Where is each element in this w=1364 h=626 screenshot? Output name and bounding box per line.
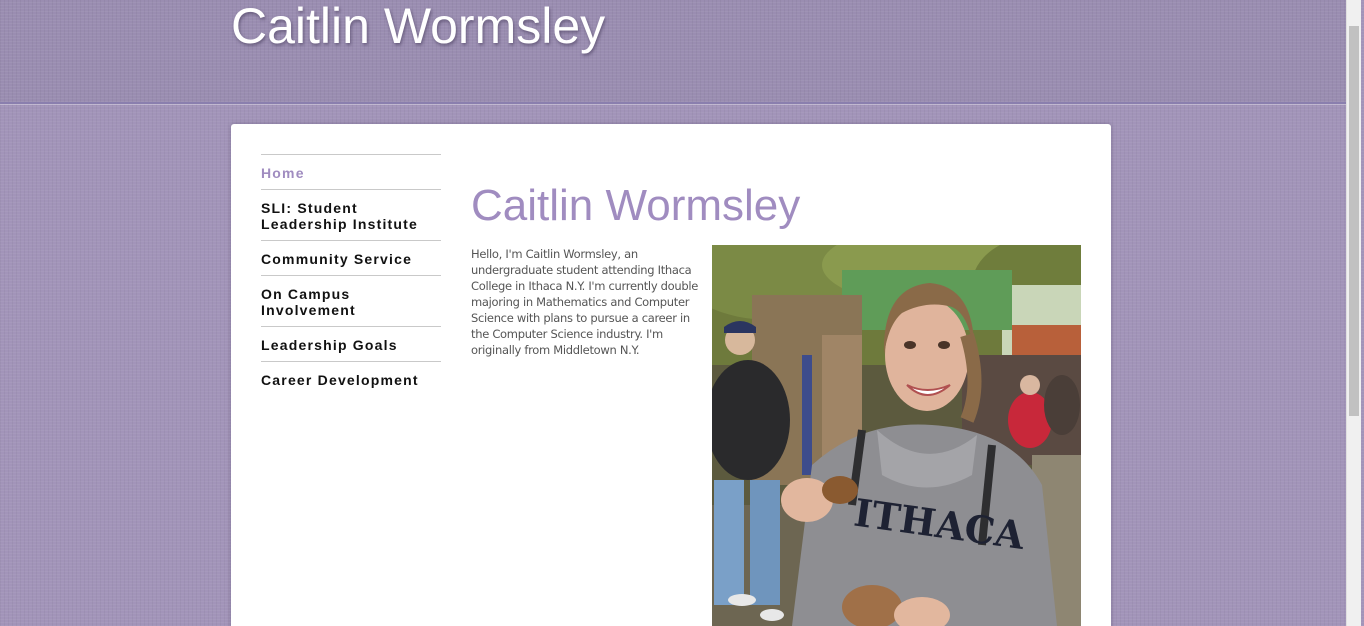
nav-item-community-service[interactable]: Community Service [261,240,441,275]
site-title[interactable]: Caitlin Wormsley [231,0,605,58]
page-heading: Caitlin Wormsley [471,181,801,230]
nav-item-on-campus-involvement[interactable]: On Campus Involvement [261,275,441,326]
intro-paragraph: Hello, I'm Caitlin Wormsley, an undergra… [471,247,699,357]
nav-item-leadership-goals[interactable]: Leadership Goals [261,326,441,361]
nav-item-sli[interactable]: SLI: Student Leadership Institute [261,189,441,240]
nav-item-career-development[interactable]: Career Development [261,361,441,396]
vertical-scrollbar[interactable] [1346,0,1361,626]
content-panel: Home SLI: Student Leadership Institute C… [231,124,1111,626]
site-header: Caitlin Wormsley [0,0,1346,104]
nav-item-home[interactable]: Home [261,154,441,189]
scrollbar-thumb[interactable] [1349,26,1359,416]
sidebar-nav: Home SLI: Student Leadership Institute C… [261,154,441,396]
profile-photo: ITHACA [712,245,1081,626]
